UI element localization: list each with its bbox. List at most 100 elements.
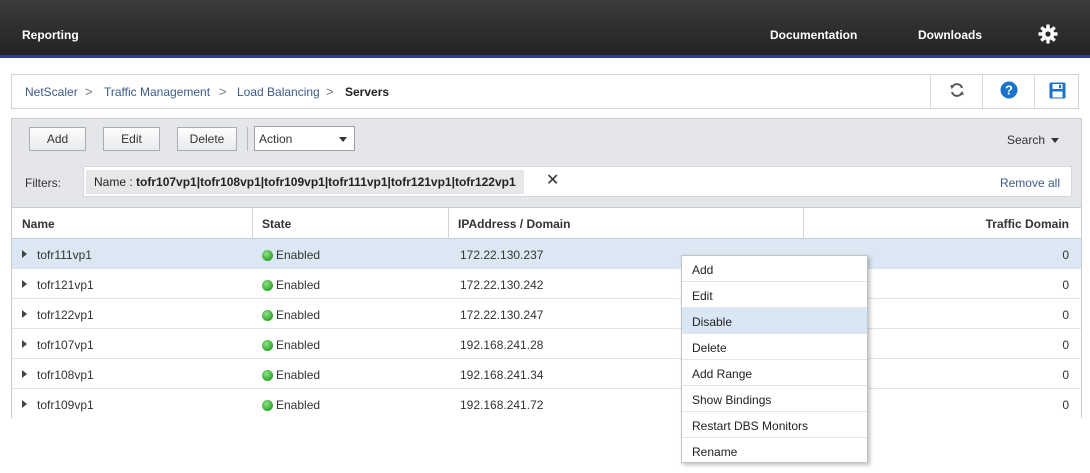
downloads-link[interactable]: Downloads — [918, 28, 982, 42]
reporting-link[interactable]: Reporting — [22, 28, 79, 42]
breadcrumb-current: Servers — [345, 85, 390, 99]
chevron-down-icon — [339, 137, 347, 142]
server-state: Enabled — [262, 338, 320, 352]
action-dropdown-label: Action — [259, 132, 293, 146]
table-row[interactable]: tofr109vp1 Enabled 192.168.241.72 0 — [12, 389, 1081, 419]
save-button[interactable] — [1034, 75, 1079, 108]
refresh-icon — [949, 82, 965, 101]
server-state-label: Enabled — [276, 368, 321, 382]
column-header-name[interactable]: Name — [12, 208, 253, 239]
server-name: tofr108vp1 — [37, 368, 94, 382]
table-row[interactable]: tofr111vp1 Enabled 172.22.130.237 0 — [12, 239, 1081, 269]
server-name: tofr111vp1 — [37, 248, 92, 262]
server-ip: 192.168.241.28 — [460, 338, 544, 352]
context-menu: Add Edit Disable Delete Add Range Show B… — [681, 255, 868, 463]
server-name: tofr109vp1 — [37, 398, 94, 412]
save-icon — [1049, 82, 1066, 102]
status-enabled-icon — [262, 340, 273, 351]
close-icon[interactable]: ✕ — [546, 171, 559, 191]
server-traffic-domain: 0 — [1062, 368, 1069, 382]
server-ip: 172.22.130.247 — [460, 308, 544, 322]
table-row[interactable]: tofr121vp1 Enabled 172.22.130.242 0 — [12, 269, 1081, 299]
delete-button[interactable]: Delete — [177, 127, 237, 151]
gear-icon[interactable] — [1038, 24, 1058, 44]
breadcrumb: NetScaler > Traffic Management > Load Ba… — [11, 74, 1079, 109]
expand-arrow-icon[interactable] — [22, 250, 27, 258]
breadcrumb-separator: > — [326, 84, 334, 99]
server-state-label: Enabled — [276, 308, 321, 322]
server-ip: 172.22.130.237 — [460, 248, 544, 262]
help-icon: ? — [1000, 81, 1018, 102]
context-menu-rename[interactable]: Rename — [682, 438, 867, 464]
status-enabled-icon — [262, 280, 273, 291]
column-header-traffic-domain[interactable]: Traffic Domain — [804, 208, 1081, 239]
filters-label: Filters: — [25, 176, 61, 190]
breadcrumb-load-balancing[interactable]: Load Balancing — [237, 85, 320, 99]
server-state-label: Enabled — [276, 338, 321, 352]
status-enabled-icon — [262, 250, 273, 261]
server-name: tofr122vp1 — [37, 308, 94, 322]
server-ip: 172.22.130.242 — [460, 278, 544, 292]
server-traffic-domain: 0 — [1062, 398, 1069, 412]
chevron-down-icon — [1051, 138, 1060, 144]
server-traffic-domain: 0 — [1062, 278, 1069, 292]
search-label: Search — [1007, 133, 1046, 147]
search-menu[interactable]: Search — [1007, 133, 1060, 147]
servers-panel: Add Edit Delete Action Search Filters: N… — [11, 118, 1082, 419]
server-state: Enabled — [262, 368, 320, 382]
filter-box[interactable]: Name : tofr107vp1|tofr108vp1|tofr109vp1|… — [83, 166, 1072, 197]
context-menu-add-range[interactable]: Add Range — [682, 360, 867, 386]
filter-chip: Name : tofr107vp1|tofr108vp1|tofr109vp1|… — [86, 170, 524, 194]
table-row[interactable]: tofr107vp1 Enabled 192.168.241.28 0 — [12, 329, 1081, 359]
remove-all-link[interactable]: Remove all — [1000, 176, 1060, 190]
context-menu-show-bindings[interactable]: Show Bindings — [682, 386, 867, 412]
table-row[interactable]: tofr122vp1 Enabled 172.22.130.247 0 — [12, 299, 1081, 329]
table-header: Name State IPAddress / Domain Traffic Do… — [12, 208, 1081, 239]
refresh-button[interactable] — [930, 75, 982, 108]
svg-text:?: ? — [1005, 83, 1013, 98]
server-ip: 192.168.241.72 — [460, 398, 544, 412]
server-traffic-domain: 0 — [1062, 338, 1069, 352]
filter-chip-key: Name : — [94, 175, 133, 189]
edit-button[interactable]: Edit — [103, 127, 160, 151]
add-button[interactable]: Add — [29, 127, 86, 151]
server-state-label: Enabled — [276, 248, 321, 262]
breadcrumb-separator: > — [85, 84, 93, 99]
server-ip: 192.168.241.34 — [460, 368, 544, 382]
breadcrumb-netscaler[interactable]: NetScaler — [25, 85, 78, 99]
filter-chip-value: tofr107vp1|tofr108vp1|tofr109vp1|tofr111… — [136, 175, 516, 189]
breadcrumb-separator: > — [219, 84, 227, 99]
breadcrumb-traffic-management[interactable]: Traffic Management — [104, 85, 210, 99]
server-state: Enabled — [262, 278, 320, 292]
server-state-label: Enabled — [276, 278, 321, 292]
documentation-link[interactable]: Documentation — [770, 28, 857, 42]
status-enabled-icon — [262, 400, 273, 411]
server-state-label: Enabled — [276, 398, 321, 412]
server-state: Enabled — [262, 398, 320, 412]
top-navigation-bar: Reporting Documentation Downloads — [0, 0, 1090, 58]
server-state: Enabled — [262, 308, 320, 322]
context-menu-restart-dbs-monitors[interactable]: Restart DBS Monitors — [682, 412, 867, 438]
server-name: tofr107vp1 — [37, 338, 94, 352]
toolbar-divider — [247, 127, 248, 151]
status-enabled-icon — [262, 370, 273, 381]
context-menu-add[interactable]: Add — [682, 256, 867, 282]
context-menu-disable[interactable]: Disable — [682, 308, 867, 334]
expand-arrow-icon[interactable] — [22, 370, 27, 378]
expand-arrow-icon[interactable] — [22, 400, 27, 408]
column-header-state[interactable]: State — [253, 208, 449, 239]
status-enabled-icon — [262, 310, 273, 321]
expand-arrow-icon[interactable] — [22, 280, 27, 288]
server-state: Enabled — [262, 248, 320, 262]
context-menu-delete[interactable]: Delete — [682, 334, 867, 360]
server-traffic-domain: 0 — [1062, 248, 1069, 262]
help-button[interactable]: ? — [982, 75, 1034, 108]
expand-arrow-icon[interactable] — [22, 310, 27, 318]
toolbar: Add Edit Delete Action Search Filters: N… — [12, 119, 1081, 208]
context-menu-edit[interactable]: Edit — [682, 282, 867, 308]
column-header-ip[interactable]: IPAddress / Domain — [449, 208, 804, 239]
action-dropdown[interactable]: Action — [254, 126, 355, 151]
server-traffic-domain: 0 — [1062, 308, 1069, 322]
table-row[interactable]: tofr108vp1 Enabled 192.168.241.34 0 — [12, 359, 1081, 389]
expand-arrow-icon[interactable] — [22, 340, 27, 348]
